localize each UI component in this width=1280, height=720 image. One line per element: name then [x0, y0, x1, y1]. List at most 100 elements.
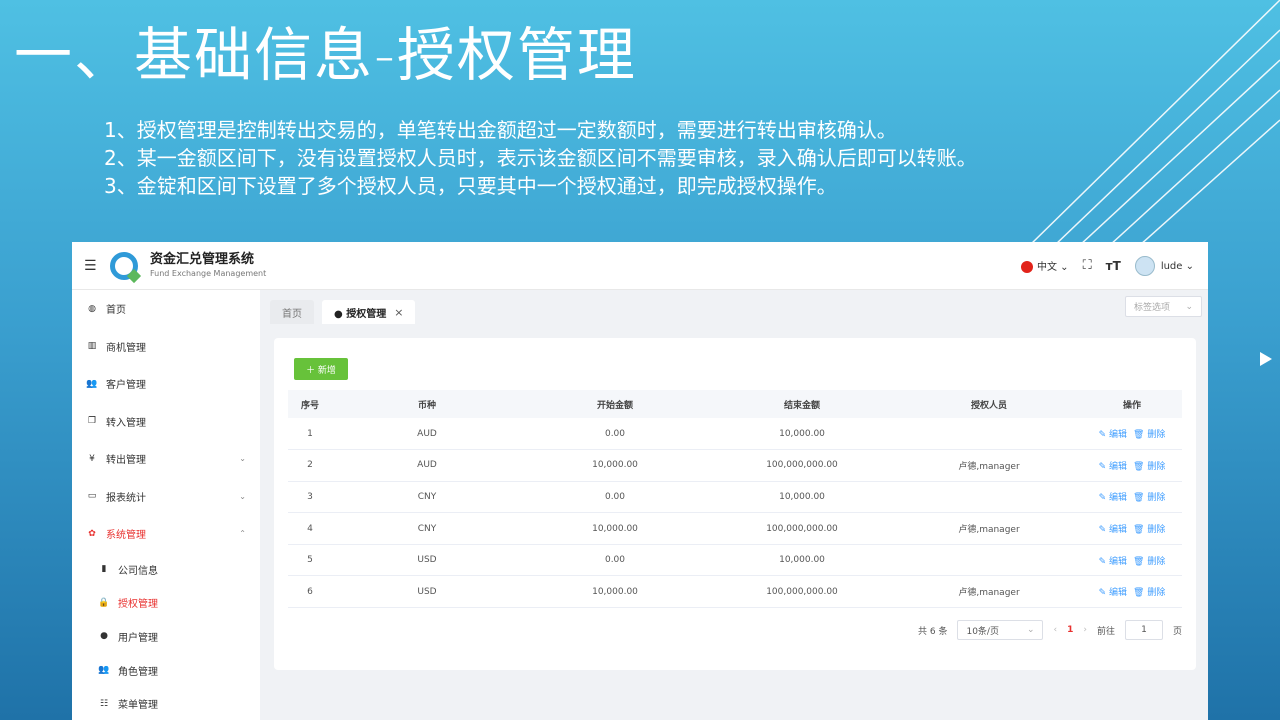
close-icon[interactable]: ×	[394, 306, 403, 319]
sidebar-item-customers[interactable]: 👥 客户管理	[72, 365, 260, 403]
table-row: 6 USD 10,000.00 100,000,000.00 卢德,manager ✎ 编…	[288, 576, 1182, 608]
edit-label: 编辑	[1109, 556, 1128, 567]
edit-button[interactable]: ✎ 编辑	[1099, 525, 1127, 535]
china-flag-icon	[1021, 261, 1033, 273]
sidebar-item-home[interactable]: ◍ 首页	[72, 290, 260, 328]
delete-button[interactable]: 🗑 删除	[1133, 430, 1165, 440]
sidebar-item-label: 公司信息	[118, 565, 158, 577]
delete-label: 删除	[1147, 588, 1166, 599]
delete-button[interactable]: 🗑 删除	[1133, 525, 1165, 535]
font-size-icon[interactable]: тT	[1106, 259, 1121, 273]
tab-options-select[interactable]: 标签选项 ⌄	[1125, 296, 1202, 317]
sidebar-item-roles[interactable]: 👥 角色管理	[72, 653, 260, 687]
edit-label: 编辑	[1109, 588, 1128, 599]
table-cell: 10,000.00	[592, 586, 638, 597]
edit-button[interactable]: ✎ 编辑	[1099, 430, 1127, 440]
sidebar-item-label: 报表统计	[106, 492, 146, 504]
sidebar-item-transfer-out[interactable]: ¥ 转出管理 ⌄	[72, 440, 260, 478]
table-cell: 10,000.00	[779, 491, 825, 502]
topbar-actions: 中文 ⌄ ⛶ тT lude ⌄	[1021, 255, 1208, 276]
delete-label: 删除	[1147, 461, 1166, 472]
sidebar-item-transfer-in[interactable]: ❐ 转入管理	[72, 403, 260, 441]
edit-label: 编辑	[1109, 461, 1128, 472]
tab-authorization[interactable]: ● 授权管理 ×	[322, 300, 416, 324]
sidebar-item-label: 首页	[106, 305, 126, 317]
chevron-down-icon: ⌄	[1026, 625, 1035, 635]
edit-button[interactable]: ✎ 编辑	[1099, 557, 1127, 567]
brand-logo	[110, 251, 138, 280]
yen-icon: ¥	[89, 453, 95, 464]
table-cell: 100,000,000.00	[766, 523, 838, 534]
language-switch[interactable]: 中文 ⌄	[1021, 258, 1069, 273]
table-cell: 100,000,000.00	[766, 586, 838, 597]
delete-button[interactable]: 🗑 删除	[1133, 462, 1165, 472]
next-page-icon[interactable]: ›	[1083, 625, 1087, 635]
table-cell: USD	[417, 555, 437, 566]
sidebar-item-reports[interactable]: ▭ 报表统计 ⌄	[72, 478, 260, 516]
sidebar-item-system[interactable]: ✿ 系统管理 ⌃	[72, 515, 260, 553]
delete-button[interactable]: 🗑 删除	[1133, 493, 1165, 503]
sidebar-item-menus[interactable]: ☷ 菜单管理	[72, 687, 260, 720]
table-cell: AUD	[417, 428, 437, 439]
column-header: 结束金额	[783, 400, 820, 411]
page-input[interactable]: 1	[1124, 620, 1163, 640]
add-button[interactable]: ＋ 新增	[294, 358, 348, 380]
sidebar-item-label: 角色管理	[118, 666, 158, 678]
sidebar-item-label: 转出管理	[106, 455, 146, 467]
slide-notes: 1、授权管理是控制转出交易的，单笔转出金额超过一定数额时，需要进行转出审核确认。…	[104, 116, 977, 200]
user-menu[interactable]: lude ⌄	[1134, 255, 1194, 276]
total-count: 共 6 条	[918, 626, 948, 637]
delete-button[interactable]: 🗑 删除	[1133, 557, 1165, 567]
decorative-lines	[1029, 0, 1280, 245]
table-cell: 10,000.00	[779, 555, 825, 566]
content-panel: ＋ 新增 序号 币种 开始金额 结束金额 授权人员 操作 1 AUD 0.00 10,…	[274, 338, 1196, 670]
table-cell: 0.00	[604, 555, 626, 566]
sidebar-item-company[interactable]: ▮ 公司信息	[72, 553, 260, 587]
edit-button[interactable]: ✎ 编辑	[1099, 493, 1127, 503]
delete-button[interactable]: 🗑 删除	[1133, 588, 1165, 598]
table-cell: CNY	[417, 523, 437, 534]
menu-toggle-icon[interactable]: ☰	[84, 258, 98, 274]
list-icon: ☷	[99, 698, 109, 709]
delete-label: 删除	[1147, 493, 1166, 504]
authorization-table: 序号 币种 开始金额 结束金额 授权人员 操作 1 AUD 0.00 10,000.0…	[288, 390, 1182, 608]
lock-icon: 🔒	[98, 597, 110, 608]
chevron-down-icon: ⌄	[1185, 301, 1193, 312]
page-size-select[interactable]: 10条/页 ⌄	[957, 620, 1044, 640]
tab-options-label: 标签选项	[1134, 303, 1171, 313]
edit-button[interactable]: ✎ 编辑	[1099, 462, 1127, 472]
play-arrow-icon	[1260, 352, 1272, 366]
tab-home[interactable]: 首页	[270, 300, 314, 324]
note-line: 1、授权管理是控制转出交易的，单笔转出金额超过一定数额时，需要进行转出审核确认。	[104, 118, 897, 142]
fullscreen-icon[interactable]: ⛶	[1083, 258, 1092, 273]
delete-label: 删除	[1147, 556, 1166, 567]
columns-icon: ▥	[87, 341, 97, 352]
delete-label: 删除	[1147, 430, 1166, 441]
brand-subtitle: Fund Exchange Management	[150, 268, 267, 278]
app-window: ☰ 资金汇兑管理系统 Fund Exchange Management 中文 ⌄…	[72, 242, 1208, 720]
table-cell: 3	[307, 491, 313, 502]
table-cell: 100,000,000.00	[766, 460, 838, 471]
table-cell: 卢德,manager	[958, 525, 1020, 536]
table-cell: CNY	[417, 491, 437, 502]
actions-cell: ✎ 编辑 🗑 删除	[1082, 450, 1182, 482]
column-header: 操作	[1122, 400, 1141, 411]
table-cell: 4	[307, 523, 313, 534]
table-row: 3 CNY 0.00 10,000.00 ✎ 编辑 🗑 删除	[288, 481, 1182, 513]
actions-cell: ✎ 编辑 🗑 删除	[1082, 576, 1182, 608]
table-cell: 10,000.00	[592, 460, 638, 471]
page-number[interactable]: 1	[1067, 625, 1073, 635]
table-cell: 卢德,manager	[958, 588, 1020, 599]
sidebar-item-opportunity[interactable]: ▥ 商机管理	[72, 328, 260, 366]
prev-page-icon[interactable]: ‹	[1053, 625, 1057, 635]
chevron-down-icon: ⌄	[239, 454, 246, 464]
username: lude	[1160, 260, 1183, 272]
sidebar-item-label: 授权管理	[118, 599, 158, 611]
sidebar-item-authorization[interactable]: 🔒 授权管理	[72, 586, 260, 620]
building-icon: ▮	[101, 564, 107, 575]
table-cell: 1	[307, 428, 313, 439]
users-icon: 👥	[86, 378, 98, 389]
edit-button[interactable]: ✎ 编辑	[1099, 588, 1127, 598]
actions-cell: ✎ 编辑 🗑 删除	[1082, 513, 1182, 545]
sidebar-item-users[interactable]: ● 用户管理	[72, 620, 260, 654]
